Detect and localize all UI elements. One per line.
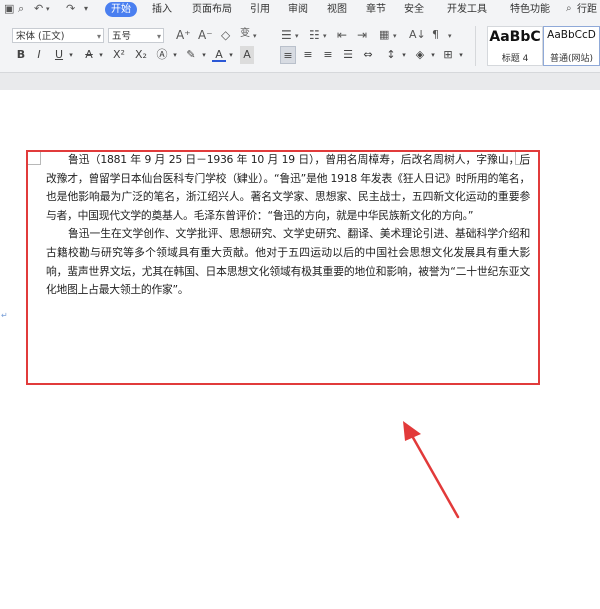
arrow-shaft (409, 432, 460, 519)
annotation-arrow (403, 421, 460, 519)
